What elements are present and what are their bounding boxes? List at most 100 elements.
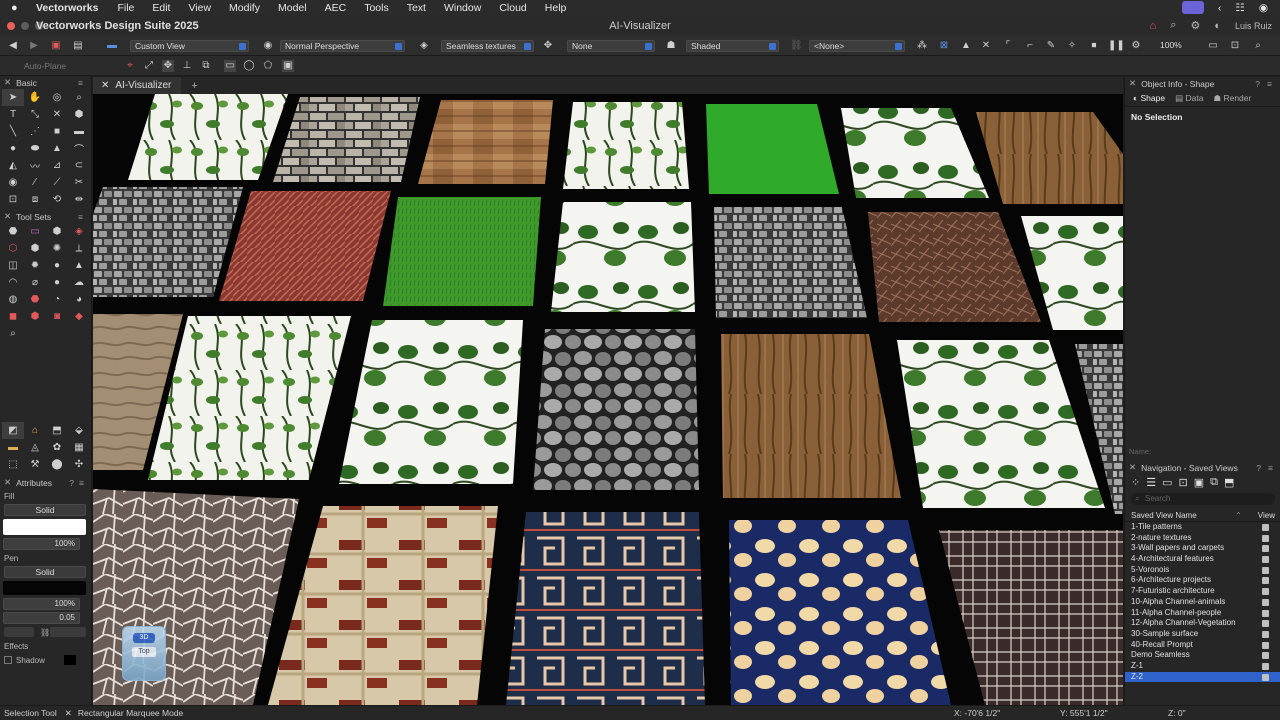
menu-icon[interactable]: ≡ — [78, 78, 83, 88]
texture-tile-vines[interactable] — [128, 94, 288, 180]
view-toggle-icon[interactable] — [1262, 673, 1269, 681]
shell-3d-icon[interactable]: ◙ — [46, 308, 68, 325]
menu-edit[interactable]: Edit — [152, 2, 170, 14]
tapered-extrude-icon[interactable]: ✺ — [46, 240, 68, 257]
chamfer-tool-icon[interactable]: ◼ — [2, 308, 24, 325]
minimize-icon[interactable] — [21, 21, 29, 30]
saved-view-item[interactable]: 4-Architectural features — [1125, 554, 1280, 565]
menu-text[interactable]: Text — [407, 2, 426, 14]
helix-tool-icon[interactable]: ◕ — [68, 291, 90, 308]
close-icon[interactable]: ✕ — [101, 80, 109, 91]
control-center-icon[interactable]: ☷ — [1235, 2, 1244, 14]
saved-view-item[interactable]: 2-nature textures — [1125, 533, 1280, 544]
zoom-tool-icon[interactable]: ⌕ — [68, 89, 90, 106]
double-line-tool-icon[interactable]: ⋰ — [24, 123, 46, 140]
home-icon[interactable]: ⌂ — [1150, 20, 1157, 32]
brush-icon[interactable]: ✎ — [1045, 40, 1057, 52]
texture-tile-wood-boards[interactable] — [976, 112, 1123, 204]
saved-view-item[interactable]: 1-Tile patterns — [1125, 522, 1280, 533]
projection-dropdown[interactable]: Normal Perspective — [280, 40, 405, 52]
texture-tile-climbing-vines[interactable] — [148, 316, 351, 480]
forward-arrow-icon[interactable]: ▶ — [28, 40, 40, 52]
snap-icon[interactable]: ⊠ — [938, 40, 950, 52]
document-menu-icon[interactable]: ▤ — [72, 40, 84, 52]
cursor-mode-icon[interactable]: ✥ — [162, 60, 174, 72]
light-icon[interactable]: ✧ — [1066, 40, 1078, 52]
fill-color-swatch[interactable] — [3, 519, 86, 535]
menu-icon[interactable]: ≡ — [78, 212, 83, 222]
saved-view-item[interactable]: 5-Voronois — [1125, 565, 1280, 576]
mirror-tool-icon[interactable]: ⧈ — [24, 191, 46, 208]
menu-view[interactable]: View — [188, 2, 211, 14]
toolset-tab-building-icon[interactable]: ⌂ — [24, 422, 46, 439]
regular-polygon-icon[interactable]: ◉ — [2, 174, 24, 191]
drawing-area[interactable]: ✕ AI-Visualizer + — [93, 77, 1123, 705]
view-dropdown[interactable]: Custom View — [130, 40, 249, 52]
close-icon[interactable] — [7, 21, 15, 30]
nurbs-tool-icon[interactable]: ◠ — [2, 274, 24, 291]
texture-tile-wood-parquet[interactable] — [418, 100, 553, 184]
crop-icon[interactable]: ⌐ — [1024, 40, 1036, 52]
torus-tool-icon[interactable]: ◔ — [46, 291, 68, 308]
class-icon[interactable]: ⛓ — [790, 40, 803, 52]
class-dropdown[interactable]: <None> — [809, 40, 905, 52]
texture-tile-woven-carpet[interactable] — [268, 506, 498, 705]
classes-icon[interactable]: ⁘ — [1131, 476, 1140, 489]
texture-tile-paving[interactable] — [714, 207, 867, 318]
sweep-tool-icon[interactable]: ⬢ — [24, 240, 46, 257]
pen-color-swatch[interactable] — [3, 581, 86, 595]
texture-tile-pebbles[interactable] — [533, 329, 699, 490]
view-toggle-icon[interactable] — [1262, 620, 1269, 628]
pen-opacity[interactable]: 100% — [3, 598, 80, 610]
lasso-icon[interactable]: ◯ — [243, 60, 255, 72]
texture-tile-wood-grain[interactable] — [721, 334, 901, 498]
col-saved-view-name[interactable]: Saved View Name — [1131, 511, 1197, 520]
close-icon[interactable]: ✕ — [1129, 78, 1136, 89]
texture-tile-red-straw[interactable] — [219, 191, 391, 301]
stop-icon[interactable]: ⏹ — [1088, 40, 1100, 52]
user-icon[interactable]: ◉ — [1259, 2, 1268, 14]
close-icon[interactable]: ✕ — [4, 77, 11, 88]
brush-tool-icon[interactable]: ⁄ — [24, 174, 46, 191]
symbols-icon[interactable]: ⬒ — [1224, 476, 1234, 489]
texture-tile-hanging-vines[interactable] — [563, 102, 689, 189]
toolset-tab-lighting-icon[interactable]: ✣ — [68, 456, 90, 473]
tab-render[interactable]: ☗ Render — [1213, 93, 1251, 104]
menu-help[interactable]: Help — [545, 2, 567, 14]
toolset-tab-visual-icon[interactable]: ⬤ — [46, 456, 68, 473]
menu-model[interactable]: Model — [278, 2, 307, 14]
end-marker-dropdown[interactable] — [50, 627, 86, 637]
magnify-tool-icon[interactable]: ⌕ — [2, 325, 24, 342]
pause-icon[interactable]: ❚❚ — [1108, 40, 1125, 52]
circle-tool-icon[interactable]: ● — [2, 140, 24, 157]
view-toggle-icon[interactable] — [1262, 556, 1269, 564]
view-toggle-icon[interactable] — [1262, 566, 1269, 574]
pan-tool-icon[interactable]: ✋ — [24, 89, 46, 106]
flyover-tool-icon[interactable]: ◎ — [46, 89, 68, 106]
menu-icon[interactable]: ≡ — [1267, 79, 1272, 89]
saved-view-item[interactable]: 11-Alpha Channel-people — [1125, 608, 1280, 619]
offset-tool-icon[interactable]: ⊡ — [2, 191, 24, 208]
apple-icon[interactable]: ● — [11, 2, 25, 14]
toolset-tab-plants-icon[interactable]: ✿ — [46, 439, 68, 456]
view-icon[interactable]: ▬ — [106, 40, 118, 52]
toolset-tab-furniture-icon[interactable]: ⬙ — [68, 422, 90, 439]
texture-tile-leaf-vines[interactable] — [339, 320, 523, 484]
spiral-tool-icon[interactable]: ⊂ — [68, 157, 90, 174]
help-icon[interactable]: ? — [69, 478, 74, 488]
screen-share-icon[interactable] — [1181, 1, 1204, 14]
texture-tile-ivy-white[interactable] — [551, 202, 695, 312]
textures-dropdown[interactable]: Seamless textures — [441, 40, 534, 52]
polygon-marquee-icon[interactable]: ⬠ — [262, 60, 274, 72]
saved-view-item[interactable]: 6-Architecture projects — [1125, 575, 1280, 586]
menu-modify[interactable]: Modify — [229, 2, 260, 14]
eyedropper-tool-icon[interactable]: ✕ — [46, 106, 68, 123]
measure-icon[interactable]: ▲ — [960, 40, 972, 52]
view-toggle-icon[interactable] — [1262, 588, 1269, 596]
rounded-rectangle-tool-icon[interactable]: ▬ — [68, 123, 90, 140]
view-toggle-icon[interactable] — [1262, 598, 1269, 606]
camera-icon[interactable]: ◉ — [262, 40, 274, 52]
extrude-tool-icon[interactable]: ⬣ — [2, 223, 24, 240]
view-toggle-icon[interactable] — [1262, 609, 1269, 617]
sphere-tool-icon[interactable]: ● — [46, 257, 68, 274]
